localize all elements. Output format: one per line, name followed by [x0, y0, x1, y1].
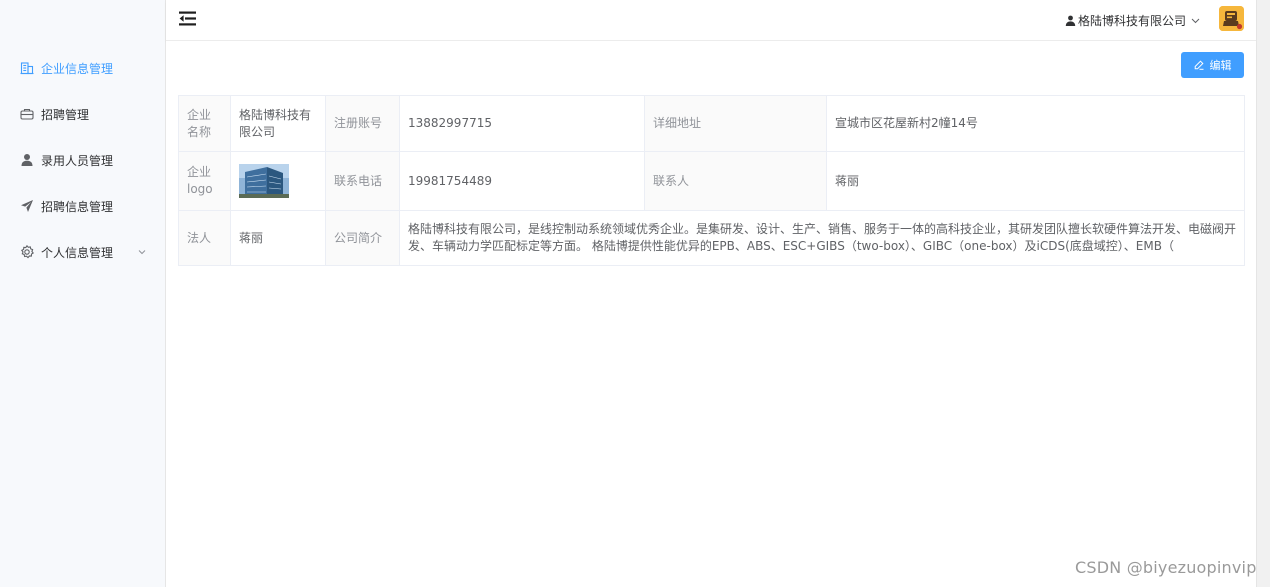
table-row: 企业logo 联系电话 19981754489 联系人 蒋丽 — [178, 151, 1245, 211]
intro-value: 格陆博科技有限公司，是线控制动系统领域优秀企业。是集研发、设计、生产、销售、服务… — [399, 210, 1245, 266]
company-logo-image — [239, 164, 289, 198]
sidebar-item-label: 个人信息管理 — [41, 245, 114, 260]
vertical-scrollbar[interactable] — [1256, 0, 1270, 587]
account-value: 13882997715 — [399, 95, 645, 152]
user-icon — [1065, 15, 1076, 26]
hamburger-icon[interactable] — [179, 11, 196, 26]
app-root: 企业信息管理 招聘管理 录用人员管理 招聘信息管理 个人信息管理 格陆博科技有限… — [0, 0, 1270, 587]
table-row: 法人 蒋丽 公司简介 格陆博科技有限公司，是线控制动系统领域优秀企业。是集研发、… — [178, 210, 1245, 266]
sidebar-item-company-info[interactable]: 企业信息管理 — [0, 45, 165, 91]
avatar[interactable] — [1219, 6, 1244, 31]
company-logo-label: 企业logo — [178, 151, 231, 211]
user-dropdown[interactable]: 格陆博科技有限公司 — [1065, 11, 1201, 29]
top-header: 格陆博科技有限公司 — [166, 0, 1256, 41]
edit-button-label: 编辑 — [1209, 59, 1232, 72]
sidebar-item-job-posts[interactable]: 招聘信息管理 — [0, 183, 165, 229]
sidebar-item-label: 录用人员管理 — [41, 153, 114, 168]
gear-icon — [20, 245, 34, 259]
sidebar-item-label: 招聘管理 — [41, 107, 90, 122]
company-logo-cell — [230, 151, 326, 211]
account-label: 注册账号 — [325, 95, 400, 152]
sidebar-item-label: 企业信息管理 — [41, 61, 114, 76]
intro-label: 公司简介 — [325, 210, 400, 266]
company-name-label: 企业名称 — [178, 95, 231, 152]
main-content: 编辑 企业名称 格陆博科技有限公司 注册账号 13882997715 详细地址 … — [166, 41, 1256, 587]
chevron-down-icon — [1191, 18, 1200, 23]
sidebar: 企业信息管理 招聘管理 录用人员管理 招聘信息管理 个人信息管理 — [0, 0, 166, 587]
briefcase-icon — [20, 107, 34, 121]
contact-label: 联系人 — [644, 151, 827, 211]
company-name-value: 格陆博科技有限公司 — [230, 95, 326, 152]
address-value: 宣城市区花屋新村2幢14号 — [826, 95, 1245, 152]
send-icon — [20, 199, 34, 213]
edit-button[interactable]: 编辑 — [1181, 52, 1244, 78]
contact-value: 蒋丽 — [826, 151, 1245, 211]
edit-icon — [1194, 60, 1204, 70]
sidebar-menu: 企业信息管理 招聘管理 录用人员管理 招聘信息管理 个人信息管理 — [0, 45, 165, 275]
legal-person-value: 蒋丽 — [230, 210, 326, 266]
sidebar-item-recruitment[interactable]: 招聘管理 — [0, 91, 165, 137]
user-name: 格陆博科技有限公司 — [1077, 13, 1186, 28]
chevron-down-icon — [138, 250, 146, 255]
address-label: 详细地址 — [644, 95, 827, 152]
sidebar-item-personal-info[interactable]: 个人信息管理 — [0, 229, 165, 275]
watermark: CSDN @biyezuopinvip — [1075, 558, 1257, 577]
phone-label: 联系电话 — [325, 151, 400, 211]
table-row: 企业名称 格陆博科技有限公司 注册账号 13882997715 详细地址 宣城市… — [178, 95, 1245, 152]
phone-value: 19981754489 — [399, 151, 645, 211]
company-info-table: 企业名称 格陆博科技有限公司 注册账号 13882997715 详细地址 宣城市… — [178, 95, 1245, 266]
sidebar-item-label: 招聘信息管理 — [41, 199, 114, 214]
sidebar-item-hired-staff[interactable]: 录用人员管理 — [0, 137, 165, 183]
legal-person-label: 法人 — [178, 210, 231, 266]
user-icon — [20, 153, 34, 167]
building-icon — [20, 61, 34, 75]
